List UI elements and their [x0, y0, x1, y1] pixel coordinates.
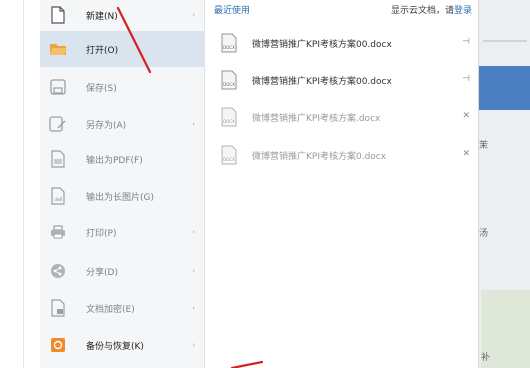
- menu-item-open[interactable]: 打开(O): [40, 31, 205, 67]
- pin-icon[interactable]: ⊣: [462, 74, 470, 84]
- strip-fragment: 汤: [479, 229, 489, 239]
- submenu-arrow-icon: ›: [192, 341, 195, 349]
- menu-label-share: 分享(D): [86, 267, 118, 278]
- menu-item-export-image[interactable]: 输出为长图片(G): [40, 178, 205, 214]
- submenu-arrow-icon: ›: [192, 11, 195, 19]
- submenu-arrow-icon: ›: [192, 267, 195, 275]
- recent-file-name: 微博营销推广KPI考核方案.docx: [252, 113, 381, 124]
- pdf-export-icon: [48, 149, 68, 169]
- recent-file-row[interactable]: DOCX 微博营销推广KPI考核方案00.docx ⊣: [206, 65, 478, 95]
- backup-icon: [48, 335, 68, 355]
- background-document-strip: 茉 汤 补: [478, 0, 530, 368]
- lock-document-icon: [48, 298, 68, 318]
- file-menu-panel: 新建(N) › 打开(O) 保存(S) 另存为(A) › 输出为PDF(F) 输…: [40, 0, 205, 368]
- docx-file-icon: DOCX: [220, 107, 238, 127]
- recent-file-row[interactable]: DOCX 微博营销推广KPI考核方案0.docx ✕: [206, 140, 478, 170]
- strip-blue-block: [479, 66, 530, 110]
- menu-item-save[interactable]: 保存(S): [40, 69, 205, 105]
- menu-label-save: 保存(S): [86, 83, 117, 94]
- close-icon[interactable]: ✕: [462, 149, 470, 159]
- menu-item-encrypt[interactable]: 文档加密(E) ›: [40, 290, 205, 326]
- menu-label-encrypt: 文档加密(E): [86, 304, 135, 315]
- menu-item-backup[interactable]: 备份与恢复(K) ›: [40, 327, 205, 363]
- recent-file-name: 微博营销推广KPI考核方案0.docx: [252, 151, 387, 162]
- menu-label-export-image: 输出为长图片(G): [86, 192, 154, 203]
- close-icon[interactable]: ✕: [462, 111, 470, 121]
- menu-item-share[interactable]: 分享(D) ›: [40, 253, 205, 289]
- cloud-hint-text: 显示云文档，请: [390, 6, 454, 16]
- share-icon: [48, 261, 68, 281]
- svg-text:DOCX: DOCX: [223, 157, 235, 162]
- strip-divider: [483, 40, 527, 42]
- strip-fragment: 补: [481, 353, 491, 363]
- menu-item-new[interactable]: 新建(N) ›: [40, 0, 205, 33]
- recent-file-row[interactable]: DOCX 微博营销推广KPI考核方案00.docx ⊣: [206, 28, 478, 58]
- menu-item-export-pdf[interactable]: 输出为PDF(F): [40, 141, 205, 177]
- docx-file-icon: DOCX: [220, 70, 238, 90]
- login-link[interactable]: 登录: [454, 6, 472, 16]
- menu-label-print: 打印(P): [86, 228, 117, 239]
- docx-file-icon: DOCX: [220, 145, 238, 165]
- new-document-icon: [48, 5, 68, 25]
- printer-icon: [48, 222, 68, 242]
- recent-files-panel: 最近使用 显示云文档，请登录 DOCX 微博营销推广KPI考核方案00.docx…: [206, 0, 478, 368]
- docx-file-icon: DOCX: [220, 33, 238, 53]
- menu-label-open: 打开(O): [86, 45, 119, 56]
- menu-label-backup: 备份与恢复(K): [86, 341, 144, 352]
- svg-text:DOCX: DOCX: [223, 82, 235, 87]
- submenu-arrow-icon: ›: [192, 120, 195, 128]
- submenu-arrow-icon: ›: [192, 228, 195, 236]
- svg-text:DOCX: DOCX: [223, 119, 235, 124]
- strip-fragment: 茉: [479, 141, 489, 151]
- recent-file-name: 微博营销推广KPI考核方案00.docx: [252, 76, 392, 87]
- recent-title: 最近使用: [214, 6, 251, 16]
- menu-label-save-as: 另存为(A): [86, 120, 127, 131]
- submenu-arrow-icon: ›: [192, 304, 195, 312]
- save-icon: [48, 77, 68, 97]
- pin-icon[interactable]: ⊣: [462, 37, 470, 47]
- save-as-icon: [48, 114, 68, 134]
- menu-label-export-pdf: 输出为PDF(F): [86, 155, 143, 166]
- menu-item-print[interactable]: 打印(P) ›: [40, 214, 205, 250]
- left-gutter: [0, 0, 24, 368]
- recent-file-row[interactable]: DOCX 微博营销推广KPI考核方案.docx ✕: [206, 102, 478, 132]
- cloud-docs-hint: 显示云文档，请登录: [391, 3, 472, 16]
- menu-label-new: 新建(N): [86, 11, 118, 22]
- image-export-icon: [48, 186, 68, 206]
- menu-item-save-as[interactable]: 另存为(A) ›: [40, 106, 205, 142]
- folder-open-icon: [48, 39, 68, 59]
- svg-text:DOCX: DOCX: [223, 45, 235, 50]
- recent-file-name: 微博营销推广KPI考核方案00.docx: [252, 39, 392, 50]
